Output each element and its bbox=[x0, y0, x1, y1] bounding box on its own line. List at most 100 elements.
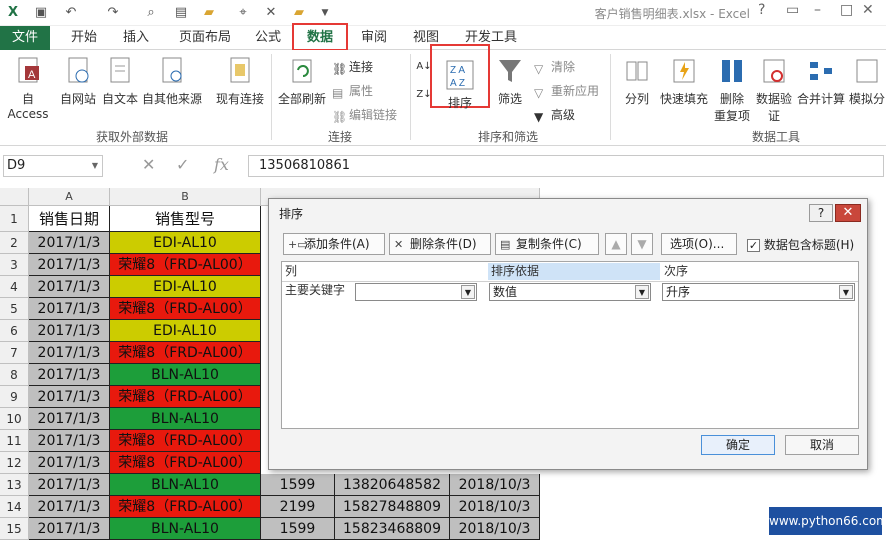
from-other-sources-button[interactable]: 自其他来源 bbox=[140, 56, 204, 107]
name-box[interactable]: D9 ▼ bbox=[3, 155, 103, 177]
chevron-down-icon[interactable]: ▼ bbox=[839, 285, 853, 299]
filter-button[interactable]: 筛选 bbox=[494, 56, 526, 107]
tab-formulas[interactable]: 公式 bbox=[248, 26, 288, 50]
from-text-button[interactable]: 自文本 bbox=[100, 56, 140, 107]
flash-fill-button[interactable]: 快速填充 bbox=[658, 56, 710, 107]
table-cell-date[interactable]: 2017/1/3 bbox=[29, 496, 110, 518]
text-to-columns-button[interactable]: 分列 bbox=[618, 56, 656, 107]
close-icon[interactable]: ✕ bbox=[862, 2, 874, 18]
what-if-button[interactable]: 模拟分 bbox=[848, 56, 886, 107]
table-cell-date[interactable]: 2017/1/3 bbox=[29, 452, 110, 474]
table-cell-price[interactable]: 2199 bbox=[261, 496, 335, 518]
row-header[interactable]: 5 bbox=[0, 298, 29, 320]
sort-button[interactable]: Z A A Z 排序 bbox=[430, 44, 490, 110]
table-cell-date[interactable]: 2017/1/3 bbox=[29, 474, 110, 496]
tab-home[interactable]: 开始 bbox=[62, 26, 106, 50]
row-header[interactable]: 13 bbox=[0, 474, 29, 496]
copy-level-button[interactable]: ▤ 复制条件(C) bbox=[495, 233, 599, 255]
row-header[interactable]: 8 bbox=[0, 364, 29, 386]
tab-file[interactable]: 文件 bbox=[0, 26, 50, 50]
open-folder-icon[interactable]: ▰ bbox=[200, 4, 218, 22]
table-cell-price[interactable]: 1599 bbox=[261, 518, 335, 540]
table-cell-model[interactable]: 荣耀8（FRD-AL00） bbox=[110, 496, 261, 518]
add-level-button[interactable]: +▭添加条件(A) bbox=[283, 233, 385, 255]
table-cell-model[interactable]: EDI-AL10 bbox=[110, 276, 261, 298]
refresh-all-button[interactable]: 全部刷新 bbox=[274, 56, 330, 107]
table-cell-model[interactable]: EDI-AL10 bbox=[110, 232, 261, 254]
table-cell-date[interactable]: 2017/1/3 bbox=[29, 298, 110, 320]
data-validation-button[interactable]: 数据验 证 bbox=[754, 56, 794, 124]
print-preview-icon[interactable]: ⌕ bbox=[142, 4, 160, 22]
move-down-button[interactable]: ▼ bbox=[631, 233, 653, 255]
edit-links-button[interactable]: ⛓ 编辑链接 bbox=[332, 106, 397, 124]
table-cell-date[interactable]: 2017/1/3 bbox=[29, 276, 110, 298]
row-header[interactable]: 4 bbox=[0, 276, 29, 298]
sort-on-select[interactable]: 数值 ▼ bbox=[489, 283, 651, 301]
table-cell-date[interactable]: 2017/1/3 bbox=[29, 254, 110, 276]
maximize-icon[interactable]: □ bbox=[840, 2, 853, 18]
help-icon[interactable]: ? bbox=[758, 2, 765, 18]
reapply-button[interactable]: ▽ 重新应用 bbox=[534, 82, 599, 100]
row-header[interactable]: 9 bbox=[0, 386, 29, 408]
table-cell-model[interactable]: 荣耀8（FRD-AL00） bbox=[110, 298, 261, 320]
select-all-corner[interactable] bbox=[0, 188, 29, 206]
move-up-button[interactable]: ▲ bbox=[605, 233, 627, 255]
table-cell-date[interactable]: 2017/1/3 bbox=[29, 430, 110, 452]
column-select[interactable]: ▼ bbox=[355, 283, 477, 301]
cancel-button[interactable]: 取消 bbox=[785, 435, 859, 455]
from-access-button[interactable]: A 自 Access bbox=[0, 56, 56, 121]
table-cell-model[interactable]: 荣耀8（FRD-AL00） bbox=[110, 386, 261, 408]
dialog-close-button[interactable]: ✕ bbox=[835, 204, 861, 222]
format-painter-icon[interactable]: ⌖ bbox=[234, 4, 252, 22]
cancel-icon[interactable]: ✕ bbox=[142, 155, 155, 174]
table-cell-date[interactable]: 2017/1/3 bbox=[29, 386, 110, 408]
table-cell-model[interactable]: 荣耀8（FRD-AL00） bbox=[110, 254, 261, 276]
row-header[interactable]: 14 bbox=[0, 496, 29, 518]
has-headers-checkbox[interactable]: ✓ 数据包含标题(H) bbox=[747, 236, 854, 253]
column-header-a[interactable]: A bbox=[29, 188, 110, 206]
table-cell-date[interactable]: 2017/1/3 bbox=[29, 518, 110, 540]
table-cell-model[interactable]: 荣耀8（FRD-AL00） bbox=[110, 452, 261, 474]
table-cell-model[interactable]: 荣耀8（FRD-AL00） bbox=[110, 342, 261, 364]
table-cell-phone[interactable]: 15827848809 bbox=[335, 496, 450, 518]
row-header[interactable]: 2 bbox=[0, 232, 29, 254]
from-web-button[interactable]: 自网站 bbox=[58, 56, 98, 107]
header-cell-sales-date[interactable]: 销售日期 bbox=[29, 206, 110, 232]
tab-page-layout[interactable]: 页面布局 bbox=[168, 26, 242, 50]
checkbox-check-icon[interactable]: ✓ bbox=[747, 239, 760, 252]
formula-input[interactable]: 13506810861 bbox=[248, 155, 884, 177]
enter-icon[interactable]: ✓ bbox=[176, 155, 189, 174]
order-select[interactable]: 升序 ▼ bbox=[662, 283, 855, 301]
row-header[interactable]: 1 bbox=[0, 206, 29, 232]
new-folder-icon[interactable]: ▰ bbox=[290, 4, 308, 22]
existing-connections-button[interactable]: 现有连接 bbox=[212, 56, 268, 107]
table-cell-model[interactable]: BLN-AL10 bbox=[110, 474, 261, 496]
save-icon[interactable]: ▣ bbox=[32, 4, 50, 22]
insert-function-icon[interactable]: fx bbox=[214, 155, 229, 174]
tab-insert[interactable]: 插入 bbox=[114, 26, 158, 50]
row-header[interactable]: 10 bbox=[0, 408, 29, 430]
table-cell-model[interactable]: BLN-AL10 bbox=[110, 408, 261, 430]
table-cell-model[interactable]: EDI-AL10 bbox=[110, 320, 261, 342]
table-cell-date[interactable]: 2017/1/3 bbox=[29, 342, 110, 364]
redo-icon[interactable]: ↷ bbox=[104, 4, 122, 22]
connections-button[interactable]: ⛓ 连接 bbox=[332, 58, 373, 76]
clear-filter-button[interactable]: ▽ 清除 bbox=[534, 58, 575, 76]
undo-icon[interactable]: ↶ bbox=[62, 4, 80, 22]
remove-duplicates-button[interactable]: 删除 重复项 bbox=[712, 56, 752, 124]
chevron-down-icon[interactable]: ▼ bbox=[461, 285, 475, 299]
table-cell-date[interactable]: 2017/1/3 bbox=[29, 320, 110, 342]
header-cell-sales-model[interactable]: 销售型号 bbox=[110, 206, 261, 232]
table-cell-price[interactable]: 1599 bbox=[261, 474, 335, 496]
table-cell-phone[interactable]: 13820648582 bbox=[335, 474, 450, 496]
close-file-icon[interactable]: ✕ bbox=[262, 4, 280, 22]
row-header[interactable]: 7 bbox=[0, 342, 29, 364]
table-cell-date[interactable]: 2017/1/3 bbox=[29, 364, 110, 386]
tab-data[interactable]: 数据 bbox=[292, 23, 348, 51]
table-cell-model[interactable]: BLN-AL10 bbox=[110, 518, 261, 540]
chevron-down-icon[interactable]: ▼ bbox=[635, 285, 649, 299]
table-cell-date[interactable]: 2017/1/3 bbox=[29, 232, 110, 254]
minimize-icon[interactable]: – bbox=[814, 2, 821, 18]
row-header[interactable]: 12 bbox=[0, 452, 29, 474]
delete-level-button[interactable]: ✕ 删除条件(D) bbox=[389, 233, 491, 255]
